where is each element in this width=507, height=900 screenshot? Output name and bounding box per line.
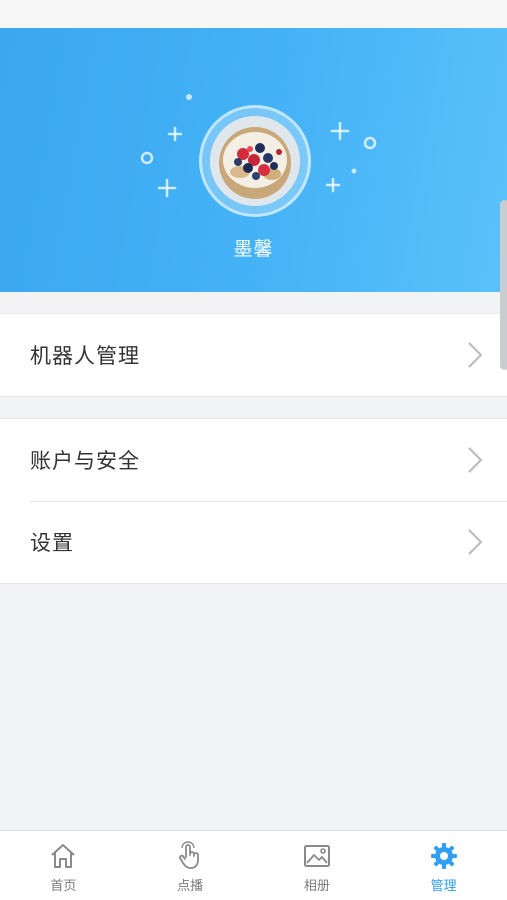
chevron-right-icon (468, 342, 483, 368)
username: 墨馨 (233, 238, 274, 260)
profile-header: 墨馨 (0, 28, 507, 292)
menu-item-label: 设置 (30, 531, 74, 555)
menu-item-robot-management[interactable]: 机器人管理 (0, 314, 507, 396)
status-bar (0, 0, 507, 28)
tab-label: 点播 (177, 879, 204, 894)
picture-icon (303, 845, 330, 867)
gear-icon (430, 843, 457, 869)
tab-album[interactable]: 相册 (254, 831, 381, 900)
chevron-right-icon (468, 529, 483, 555)
tab-on-demand[interactable]: 点播 (127, 831, 254, 900)
tab-manage[interactable]: 管理 (380, 831, 507, 900)
tab-label: 首页 (50, 879, 77, 894)
home-icon (51, 844, 76, 868)
menu-group-account: 账户与安全 设置 (0, 418, 507, 584)
menu-item-label: 账户与安全 (30, 449, 140, 473)
tab-label: 管理 (430, 879, 457, 894)
tab-home[interactable]: 首页 (0, 831, 127, 900)
avatar[interactable] (210, 116, 300, 206)
menu-item-settings[interactable]: 设置 (0, 501, 507, 583)
scrollbar[interactable] (500, 200, 507, 370)
tap-hand-icon (179, 841, 200, 869)
chevron-right-icon (468, 447, 483, 473)
bottom-tab-bar: 首页 点播 相册 管理 (0, 830, 507, 900)
menu-item-label: 机器人管理 (30, 344, 140, 368)
menu-item-account-security[interactable]: 账户与安全 (0, 419, 507, 501)
tab-label: 相册 (303, 879, 330, 894)
menu-group-robot: 机器人管理 (0, 313, 507, 397)
